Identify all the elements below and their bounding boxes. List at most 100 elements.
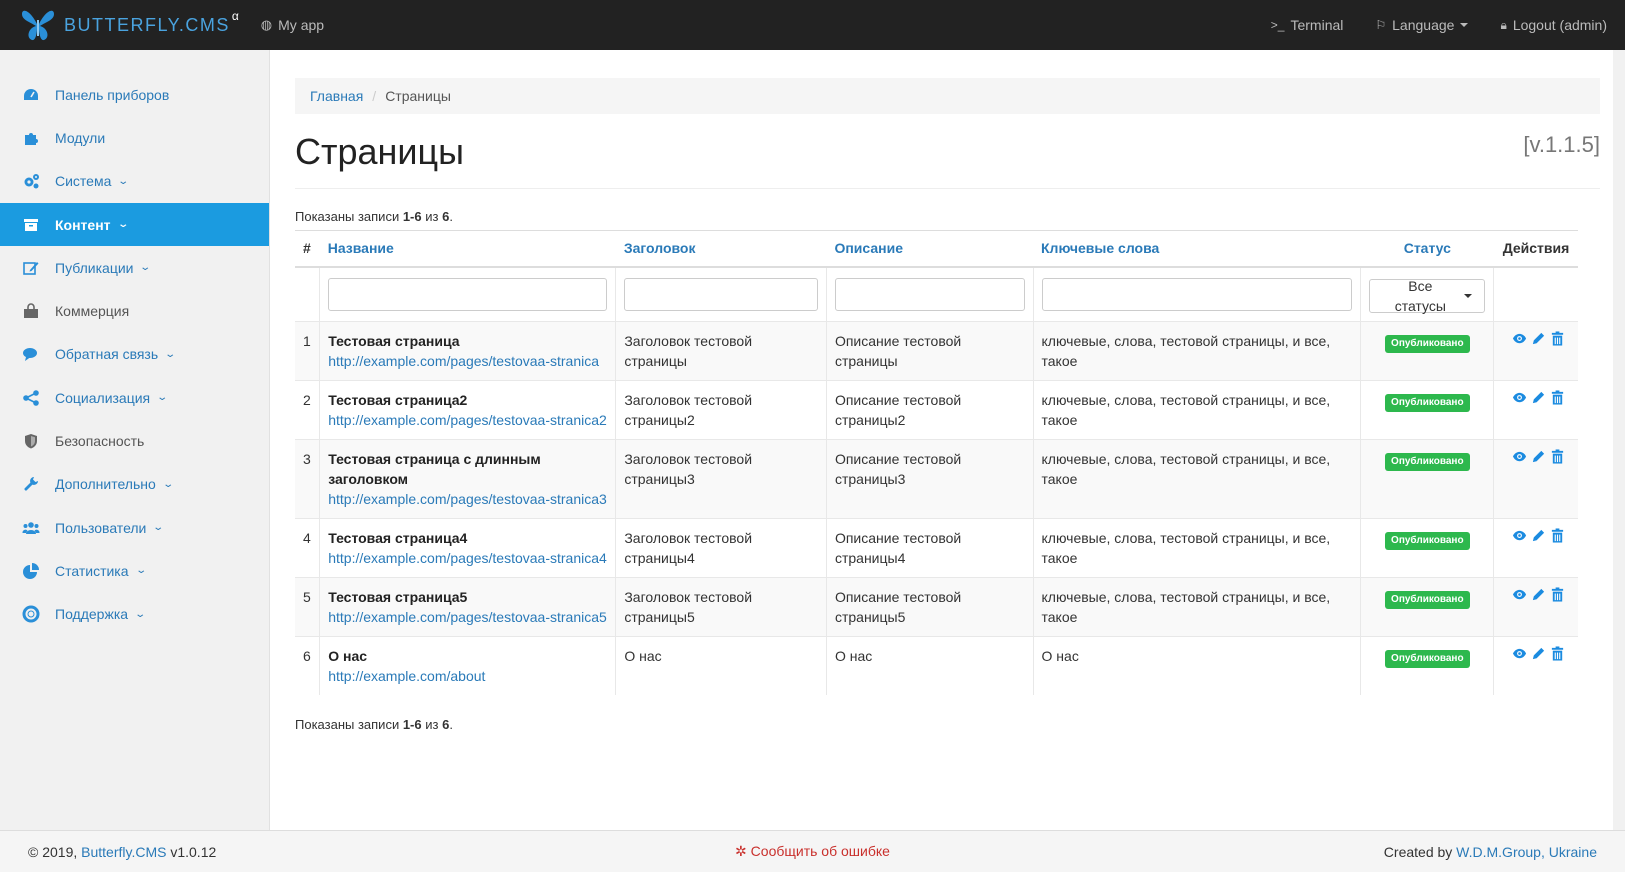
- gears-icon: [22, 172, 40, 190]
- row-keywords: ключевые, слова, тестовой страницы, и вс…: [1032, 517, 1361, 577]
- column-header-status[interactable]: Статус: [1360, 230, 1494, 268]
- view-icon[interactable]: [1512, 587, 1527, 607]
- row-status-cell: Опубликовано: [1360, 635, 1494, 695]
- edit-pencil-icon[interactable]: [1531, 646, 1546, 666]
- status-filter-value: Все статусы: [1394, 277, 1446, 314]
- column-header-heading[interactable]: Заголовок: [615, 230, 827, 268]
- users-icon: [22, 519, 40, 537]
- view-icon[interactable]: [1512, 528, 1527, 548]
- column-header-num: #: [295, 230, 320, 268]
- row-url-link[interactable]: http://example.com/about: [328, 668, 485, 684]
- sidebar-item-security[interactable]: Безопасность: [0, 419, 269, 462]
- table-row: 1 Тестовая страница http://example.com/pag…: [295, 320, 1578, 380]
- my-app-link[interactable]: ◍ My app: [261, 17, 324, 33]
- brand[interactable]: BUTTERFLY.CMS α: [0, 0, 239, 50]
- delete-trash-icon[interactable]: [1550, 389, 1565, 410]
- status-filter-select[interactable]: Все статусы: [1369, 277, 1486, 314]
- sidebar-item-system[interactable]: Система ⌄: [0, 160, 269, 203]
- view-icon[interactable]: [1512, 331, 1527, 351]
- brand-name: BUTTERFLY.CMS: [64, 14, 230, 35]
- row-keywords: ключевые, слова, тестовой страницы, и вс…: [1032, 379, 1361, 439]
- delete-trash-icon[interactable]: [1550, 448, 1565, 469]
- filter-cell-actions: [1493, 266, 1578, 321]
- view-icon[interactable]: [1512, 390, 1527, 410]
- row-number: 5: [295, 576, 320, 636]
- delete-trash-icon[interactable]: [1550, 645, 1565, 666]
- column-header-keywords[interactable]: Ключевые слова: [1033, 230, 1361, 268]
- row-actions: [1493, 635, 1578, 695]
- filter-name-input[interactable]: [328, 277, 608, 311]
- row-url-link[interactable]: http://example.com/pages/testovaa-strani…: [328, 412, 607, 428]
- row-keywords: ключевые, слова, тестовой страницы, и вс…: [1032, 576, 1361, 636]
- table-row: 3 Тестовая страница с длинным заголовком h…: [295, 438, 1578, 518]
- row-name: Тестовая страница5: [328, 588, 468, 605]
- sidebar-item-users[interactable]: Пользователи ⌄: [0, 506, 269, 549]
- terminal-icon: >_: [1270, 18, 1285, 32]
- row-name: О нас: [328, 647, 368, 664]
- sidebar-item-modules[interactable]: Модули: [0, 116, 269, 159]
- chevron-down-icon: ⌄: [156, 392, 169, 404]
- filter-heading-input[interactable]: [624, 277, 818, 311]
- row-url-link[interactable]: http://example.com/pages/testovaa-strani…: [328, 353, 599, 369]
- edit-pencil-icon[interactable]: [1531, 390, 1546, 410]
- wrench-icon: [22, 475, 40, 493]
- row-url-link[interactable]: http://example.com/pages/testovaa-strani…: [328, 491, 607, 507]
- row-name-cell: Тестовая страница с длинным заголовком ht…: [319, 438, 616, 518]
- chevron-down-icon: ⌄: [116, 219, 129, 231]
- page-scrollbar[interactable]: [1613, 50, 1625, 830]
- row-url-link[interactable]: http://example.com/pages/testovaa-strani…: [328, 550, 607, 566]
- sidebar-item-statistics[interactable]: Статистика ⌄: [0, 549, 269, 592]
- sidebar-item-publications[interactable]: Публикации ⌄: [0, 246, 269, 289]
- filter-cell-heading: [615, 266, 827, 321]
- row-status-cell: Опубликовано: [1360, 438, 1494, 518]
- column-header-name[interactable]: Название: [319, 230, 616, 268]
- sidebar-item-additional[interactable]: Дополнительно ⌄: [0, 463, 269, 506]
- row-number: 6: [295, 635, 320, 695]
- row-url-link[interactable]: http://example.com/pages/testovaa-strani…: [328, 609, 607, 625]
- edit-pencil-icon[interactable]: [1531, 587, 1546, 607]
- butterfly-logo-icon: [22, 10, 54, 41]
- lock-icon: 🔒︎: [1500, 17, 1507, 32]
- breadcrumb-separator: /: [372, 88, 377, 104]
- language-dropdown[interactable]: ⚐ Language: [1375, 17, 1469, 33]
- top-navbar: BUTTERFLY.CMS α ◍ My app >_ Terminal ⚐ L…: [0, 0, 1625, 50]
- status-badge: Опубликовано: [1385, 452, 1470, 471]
- view-icon[interactable]: [1512, 449, 1527, 469]
- report-bug-link[interactable]: ✲ Сообщить об ошибке: [735, 843, 890, 859]
- comments-icon: [22, 345, 40, 363]
- globe-icon: ◍: [260, 17, 273, 32]
- sidebar-item-support[interactable]: Поддержка ⌄: [0, 593, 269, 636]
- view-icon[interactable]: [1512, 646, 1527, 666]
- edit-pencil-icon[interactable]: [1531, 528, 1546, 548]
- filter-cell-empty: [295, 266, 320, 321]
- delete-trash-icon[interactable]: [1550, 527, 1565, 548]
- edit-pencil-icon[interactable]: [1531, 449, 1546, 469]
- row-actions: [1493, 438, 1578, 518]
- row-heading: Заголовок тестовой страницы: [615, 320, 827, 380]
- delete-trash-icon[interactable]: [1550, 330, 1565, 351]
- sidebar-item-commerce[interactable]: Коммерция: [0, 289, 269, 332]
- breadcrumb-home[interactable]: Главная: [310, 88, 363, 104]
- terminal-link[interactable]: >_ Terminal: [1271, 17, 1344, 33]
- pages-table: # Название Заголовок Описание Ключевые с…: [295, 230, 1578, 695]
- delete-trash-icon[interactable]: [1550, 586, 1565, 607]
- cms-link[interactable]: Butterfly.CMS: [81, 844, 166, 860]
- summary-range: 1-6: [402, 716, 422, 732]
- logout-label: Logout (admin): [1512, 17, 1607, 33]
- filter-keywords-input[interactable]: [1041, 277, 1353, 311]
- row-name: Тестовая страница4: [328, 529, 468, 546]
- filter-description-input[interactable]: [834, 277, 1025, 311]
- row-description: Описание тестовой страницы: [825, 320, 1034, 380]
- created-by-link[interactable]: W.D.M.Group, Ukraine: [1456, 844, 1597, 860]
- sidebar-item-feedback[interactable]: Обратная связь ⌄: [0, 333, 269, 376]
- sidebar-item-dashboard[interactable]: Панель приборов: [0, 73, 269, 116]
- records-summary-top: Показаны записи 1-6 из 6.: [295, 209, 1600, 224]
- status-badge: Опубликовано: [1385, 649, 1470, 668]
- sidebar-item-content[interactable]: Контент ⌄: [0, 202, 269, 247]
- logout-link[interactable]: 🔒︎ Logout (admin): [1500, 17, 1607, 33]
- status-badge: Опубликовано: [1385, 531, 1470, 550]
- edit-pencil-icon[interactable]: [1531, 331, 1546, 351]
- sidebar-item-social[interactable]: Социализация ⌄: [0, 376, 269, 419]
- column-header-description[interactable]: Описание: [826, 230, 1034, 268]
- cms-version: v1.0.12: [166, 843, 217, 860]
